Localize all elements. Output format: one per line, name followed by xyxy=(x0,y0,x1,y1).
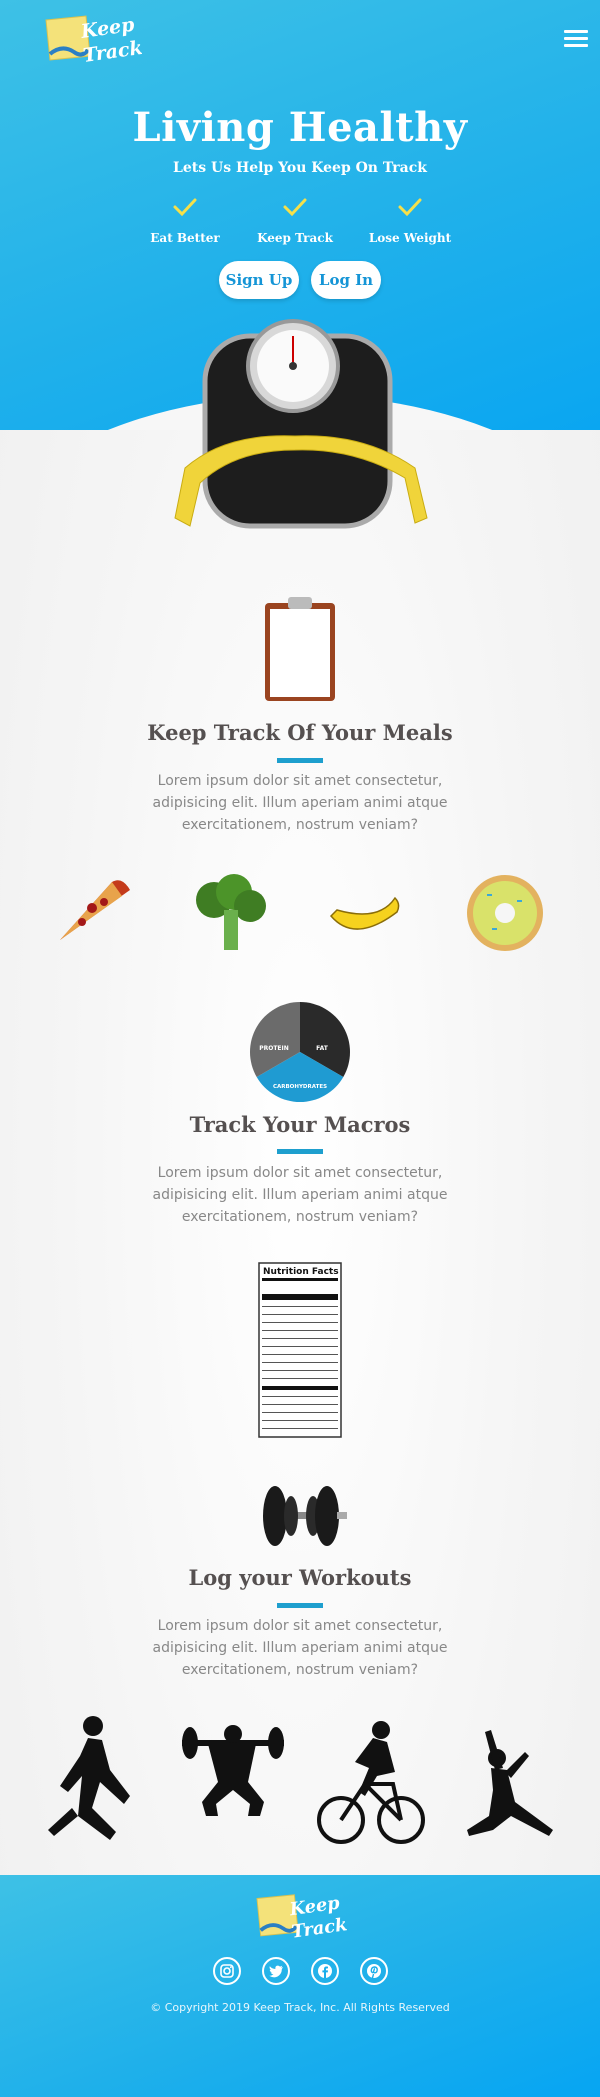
footer-brand-logo[interactable]: Keep Track xyxy=(252,1891,348,1949)
feature-lose-weight: Lose Weight xyxy=(340,197,480,245)
feature-label: Eat Better xyxy=(150,231,220,245)
runner-icon xyxy=(48,1716,130,1840)
macro-label-fat: FAT xyxy=(316,1045,329,1052)
yoga-icon xyxy=(467,1730,553,1836)
copyright-text: © Copyright 2019 Keep Track, Inc. All Ri… xyxy=(150,2001,450,2014)
workouts-section-title: Log your Workouts xyxy=(188,1565,412,1590)
feature-label: Keep Track xyxy=(257,231,333,245)
brand-logo[interactable]: Keep Track xyxy=(42,12,142,74)
meals-section-title: Keep Track Of Your Meals xyxy=(147,720,453,745)
feature-label: Lose Weight xyxy=(368,231,452,245)
macro-label-carbohydrates: CARBOHYDRATES xyxy=(273,1084,327,1090)
landing-page: Keep Track Living Healthy Lets Us Help Y… xyxy=(0,0,600,2097)
weightlifter-icon xyxy=(182,1725,284,1816)
hero-title: Living Healthy xyxy=(132,104,468,151)
banana-icon xyxy=(329,896,400,930)
sign-up-button[interactable]: Sign Up xyxy=(219,261,299,299)
bathroom-scale-image xyxy=(174,319,428,529)
hamburger-menu-icon[interactable] xyxy=(564,30,588,48)
twitter-icon[interactable] xyxy=(262,1957,290,1985)
facebook-icon[interactable] xyxy=(311,1957,339,1985)
pinterest-icon[interactable] xyxy=(360,1957,388,1985)
instagram-icon[interactable] xyxy=(213,1957,241,1985)
hero-subtitle: Lets Us Help You Keep On Track xyxy=(173,160,427,176)
check-icon xyxy=(398,198,422,217)
nutrition-facts-title: Nutrition Facts xyxy=(263,1267,339,1277)
macro-label-protein: PROTEIN xyxy=(259,1045,289,1052)
cyclist-icon xyxy=(317,1721,425,1844)
meals-section-text: Lorem ipsum dolor sit amet consectetur, … xyxy=(152,773,448,833)
workouts-section-text: Lorem ipsum dolor sit amet consectetur, … xyxy=(152,1618,448,1678)
macros-section-text: Lorem ipsum dolor sit amet consectetur, … xyxy=(152,1165,448,1225)
pizza-icon xyxy=(60,880,130,940)
section-divider xyxy=(277,758,323,763)
log-in-button[interactable]: Log In xyxy=(311,261,381,299)
footer: Keep Track © Copyright 2019 Keep Track, … xyxy=(0,1875,600,2097)
clipboard-icon xyxy=(265,597,335,701)
dumbbell-icon xyxy=(263,1486,347,1546)
macros-pie-chart-icon: PROTEIN FAT CARBOHYDRATES xyxy=(250,1002,350,1102)
broccoli-icon xyxy=(196,874,266,950)
section-divider xyxy=(277,1603,323,1608)
section-divider xyxy=(277,1149,323,1154)
nutrition-facts-label-image: Nutrition Facts xyxy=(258,1262,342,1438)
macros-section-title: Track Your Macros xyxy=(189,1112,411,1137)
donut-icon xyxy=(467,875,543,951)
